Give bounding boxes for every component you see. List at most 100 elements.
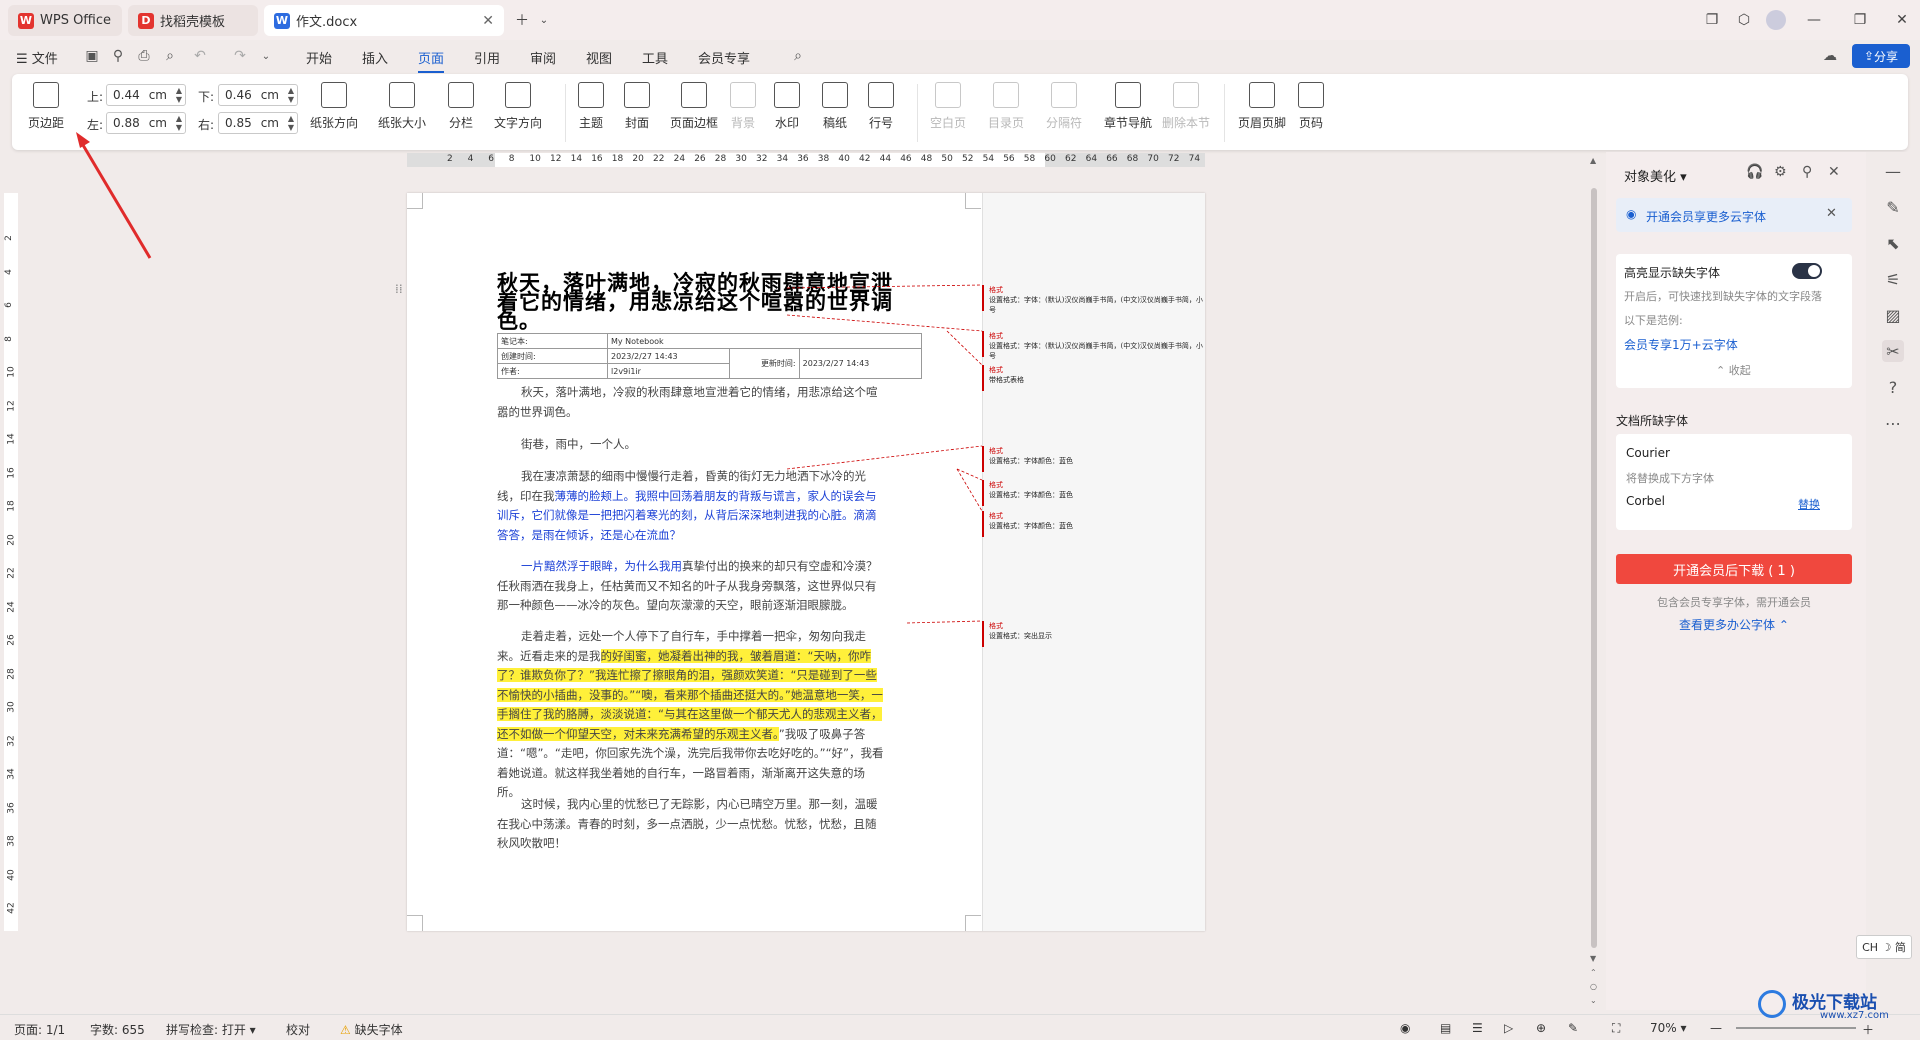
background-button[interactable]: 背景 [730, 82, 756, 131]
theme-button[interactable]: 主题 [578, 82, 604, 131]
replacement-font[interactable]: Corbel [1626, 494, 1665, 508]
help-icon[interactable]: ? [1882, 376, 1904, 398]
tab-wps-office[interactable]: W WPS Office [8, 5, 122, 36]
print-preview-icon[interactable]: ⌕ [160, 46, 180, 66]
eye-icon[interactable]: ◉ [1400, 1021, 1410, 1035]
cover-button[interactable]: 封面 [624, 82, 650, 131]
page-border-button[interactable]: 页面边框 [670, 82, 718, 131]
watermark-button[interactable]: 水印 [774, 82, 800, 131]
tab-docer[interactable]: D 找稻壳模板 [128, 5, 258, 36]
bottom-margin-input[interactable]: 0.46 cm ▲ ▼ [218, 84, 298, 106]
scroll-up-icon[interactable]: ▲ [1590, 156, 1596, 165]
replace-button[interactable]: 替换 [1798, 496, 1820, 512]
right-margin-input[interactable]: 0.85 cm ▲ ▼ [218, 112, 298, 134]
outline-view-icon[interactable]: ☰ [1472, 1021, 1483, 1035]
menu-insert[interactable]: 插入 [362, 48, 388, 67]
save-icon[interactable]: ▣ [82, 46, 102, 66]
vertical-scrollbar[interactable]: ▲ ▼ ⌃ ○ ⌄ [1588, 152, 1600, 1010]
export-icon[interactable]: ⚲ [108, 46, 128, 66]
revision-mark[interactable]: 格式 带格式表格 [982, 365, 1024, 391]
spinner-icon[interactable]: ▲ ▼ [288, 86, 294, 104]
ime-indicator[interactable]: CH ☽ 简 [1856, 935, 1912, 959]
pen-mode-icon[interactable]: ✎ [1568, 1021, 1578, 1035]
page-view-icon[interactable]: ▤ [1440, 1021, 1451, 1035]
redo-icon[interactable]: ↷ [230, 46, 250, 66]
avatar[interactable] [1766, 10, 1786, 30]
share-button[interactable]: ⇪ 分享 [1852, 44, 1910, 68]
delete-section-button[interactable]: 删除本节 [1162, 82, 1210, 131]
cloud-icon[interactable]: ☁ [1820, 46, 1840, 66]
pen-icon[interactable]: ✎ [1882, 196, 1904, 218]
revision-mark[interactable]: 格式 设置格式：字体：(默认)汉仪尚巍手书简，(中文)汉仪尚巍手书简，小号 [982, 331, 1205, 361]
spell-check[interactable]: 拼写检查: 打开 ▾ [166, 1021, 256, 1038]
revision-mark[interactable]: 格式 设置格式：字体：(默认)汉仪尚巍手书简，(中文)汉仪尚巍手书简，小号 [982, 285, 1205, 315]
zoom-slider[interactable] [1736, 1027, 1856, 1029]
beautify-icon[interactable]: ✂ [1882, 340, 1904, 362]
adjust-icon[interactable]: ⚟ [1882, 268, 1904, 290]
window-layout-icon[interactable]: ❐ [1702, 10, 1722, 30]
separator-button[interactable]: 分隔符 [1046, 82, 1082, 131]
restore-icon[interactable]: ❐ [1850, 10, 1870, 30]
word-count[interactable]: 字数: 655 [90, 1021, 145, 1038]
page-count[interactable]: 页面: 1/1 [14, 1021, 65, 1038]
download-button[interactable]: 开通会员后下载 ( 1 ) [1616, 554, 1852, 584]
menu-start[interactable]: 开始 [306, 48, 332, 67]
pin-icon[interactable]: ⚲ [1802, 164, 1812, 180]
image-icon[interactable]: ▨ [1882, 304, 1904, 326]
zoom-out-icon[interactable]: — [1710, 1021, 1722, 1035]
panel-title[interactable]: 对象美化 ▾ [1624, 166, 1687, 185]
search-icon[interactable]: ⌕ [788, 46, 808, 66]
horizontal-ruler[interactable]: 2 4 6 8 10 12 14 16 18 20 22 24 26 28 30 32 34 36 38 40 42 44… [407, 153, 1205, 167]
tab-list-icon[interactable]: ⌄ [534, 10, 554, 30]
headset-icon[interactable]: 🎧 [1746, 164, 1763, 180]
manuscript-button[interactable]: 稿纸 [822, 82, 848, 131]
missing-font-status[interactable]: ⚠ 缺失字体 [340, 1021, 403, 1038]
promo-banner[interactable]: ◉ 开通会员享更多云字体 ✕ [1616, 198, 1852, 232]
vertical-ruler[interactable]: 2 4 6 8 10 12 14 16 18 20 22 24 26 28 30 32 34 36 38 40 42 [4, 193, 18, 931]
section-nav-button[interactable]: 章节导航 [1104, 82, 1152, 131]
page-number-button[interactable]: 页码 [1298, 82, 1324, 131]
line-number-button[interactable]: 行号 [868, 82, 894, 131]
revision-mark[interactable]: 格式 设置格式：字体颜色：蓝色 [982, 511, 1073, 537]
close-panel-icon[interactable]: ✕ [1828, 164, 1840, 180]
more-fonts-link[interactable]: 查看更多办公字体 ⌃ [1606, 616, 1862, 633]
spinner-icon[interactable]: ▲ ▼ [288, 114, 294, 132]
menu-review[interactable]: 审阅 [530, 48, 556, 67]
toc-page-button[interactable]: 目录页 [988, 82, 1024, 131]
file-menu[interactable]: ☰ 文件 [16, 48, 58, 67]
text-direction-button[interactable]: 文字方向 [494, 82, 542, 131]
undo-icon[interactable]: ↶ [190, 46, 210, 66]
close-promo-icon[interactable]: ✕ [1826, 206, 1837, 221]
menu-page[interactable]: 页面 [418, 48, 445, 73]
revision-mark[interactable]: 格式 设置格式：突出显示 [982, 621, 1052, 647]
columns-button[interactable]: 分栏 [448, 82, 474, 131]
menu-tools[interactable]: 工具 [642, 48, 668, 67]
menu-view[interactable]: 视图 [586, 48, 612, 67]
menu-member[interactable]: 会员专享 [698, 48, 750, 67]
highlight-toggle[interactable] [1792, 263, 1822, 279]
play-icon[interactable]: ▷ [1504, 1021, 1513, 1035]
scrollbar-thumb[interactable] [1591, 188, 1597, 948]
close-window-icon[interactable]: ✕ [1892, 10, 1912, 30]
new-tab-icon[interactable]: ＋ [512, 10, 532, 30]
collapse-icon[interactable]: — [1882, 160, 1904, 182]
select-icon[interactable]: ⬉ [1882, 232, 1904, 254]
print-icon[interactable]: ⎙ [134, 46, 154, 66]
fit-page-icon[interactable]: ⛶ [1612, 1021, 1620, 1036]
web-view-icon[interactable]: ⊕ [1536, 1021, 1546, 1035]
menu-reference[interactable]: 引用 [474, 48, 500, 67]
revision-mark[interactable]: 格式 设置格式：字体颜色：蓝色 [982, 480, 1073, 506]
blank-page-button[interactable]: 空白页 [930, 82, 966, 131]
tab-document[interactable]: W 作文.docx ✕ [264, 5, 504, 36]
top-margin-input[interactable]: 0.44 cm ▲ ▼ [106, 84, 186, 106]
spinner-icon[interactable]: ▲ ▼ [176, 114, 182, 132]
settings-icon[interactable]: ⚙ [1774, 164, 1787, 180]
minimize-icon[interactable]: — [1804, 10, 1824, 30]
paper-size-button[interactable]: 纸张大小 [378, 82, 426, 131]
paragraph[interactable]: 这时候，我内心里的忧愁已了无踪影，内心已晴空万里。那一刻，温暖在我心中荡漾。青春… [497, 795, 887, 854]
more-icon[interactable]: ⌄ [256, 46, 276, 66]
zoom-level[interactable]: 70% ▾ [1650, 1021, 1687, 1035]
close-tab-icon[interactable]: ✕ [482, 13, 494, 29]
collapse-button[interactable]: ⌃ 收起 [1716, 362, 1751, 378]
cube-icon[interactable]: ⬡ [1734, 10, 1754, 30]
